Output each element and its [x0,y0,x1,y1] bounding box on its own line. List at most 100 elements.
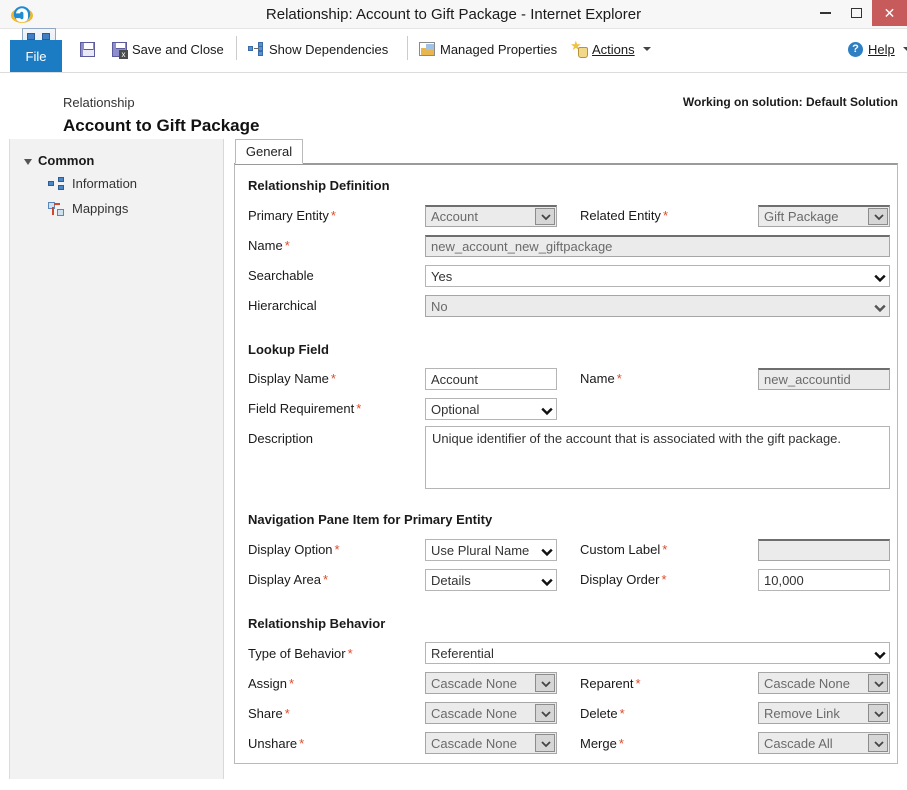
merge-value: Cascade All [764,735,833,751]
primary-entity-value: Account [431,209,478,224]
reparent-select[interactable]: Cascade None [758,672,890,694]
tab-general[interactable]: General [235,139,303,164]
display-order-input[interactable]: 10,000 [758,569,890,591]
actions-menu-button[interactable]: Actions [570,34,651,64]
searchable-select[interactable]: Yes [425,265,890,287]
label-text: Field Requirement [248,401,355,416]
label-custom-label: Custom Label * [580,542,667,557]
maximize-icon [851,8,862,18]
related-entity-value: Gift Package [764,209,839,224]
sidebar-group-label: Common [38,153,95,168]
file-tab[interactable]: File [10,40,62,72]
chevron-down-icon [535,571,555,589]
maximize-button[interactable] [841,0,872,26]
custom-label-input[interactable] [758,539,890,561]
display-area-select[interactable]: Details [425,569,557,591]
save-and-close-label: Save and Close [132,41,224,57]
help-menu-button[interactable]: ? Help [848,34,907,64]
merge-select[interactable]: Cascade All [758,732,890,754]
show-dependencies-button[interactable]: Show Dependencies [248,34,388,64]
chevron-down-icon [902,47,907,51]
display-name-value: Account [431,371,478,387]
information-icon [48,177,64,190]
minimize-button[interactable] [810,0,841,26]
label-related-entity: Related Entity * [580,208,668,223]
description-textarea[interactable]: Unique identifier of the account that is… [425,426,890,489]
assign-select[interactable]: Cascade None [425,672,557,694]
lookup-name-input[interactable]: new_accountid [758,368,890,390]
managed-properties-button[interactable]: Managed Properties [419,34,557,64]
save-and-close-button[interactable]: Save and Close [112,34,224,64]
label-field-requirement: Field Requirement * [248,401,361,416]
label-text: Merge [580,736,617,751]
managed-properties-label: Managed Properties [440,41,558,57]
delete-select[interactable]: Remove Link [758,702,890,724]
chevron-down-icon [535,541,555,559]
page-title: Account to Gift Package [63,116,260,135]
mappings-icon [48,201,64,216]
expand-triangle-icon [24,158,32,165]
hierarchical-select[interactable]: No [425,295,890,317]
chevron-down-icon [642,47,651,51]
label-searchable: Searchable [248,268,314,283]
type-of-behavior-value: Referential [431,645,494,661]
field-requirement-select[interactable]: Optional [425,398,557,420]
label-text: Display Order [580,572,660,587]
label-text: Hierarchical [248,298,317,313]
label-text: Reparent [580,676,634,691]
required-asterisk: * [619,706,625,721]
unshare-value: Cascade None [431,735,517,751]
chevron-down-icon [535,734,555,752]
label-display-order: Display Order * [580,572,667,587]
assign-value: Cascade None [431,675,517,691]
label-share: Share * [248,706,290,721]
save-button[interactable] [80,34,95,64]
label-display-area: Display Area * [248,572,328,587]
label-relationship-name: Name * [248,238,290,253]
hierarchical-value: No [431,298,448,314]
actions-icon [570,38,588,58]
primary-entity-select[interactable]: Account [425,205,557,227]
label-lookup-name: Name * [580,371,622,386]
close-button[interactable]: ✕ [872,0,907,26]
chevron-down-icon [868,267,888,285]
chevron-down-icon [535,674,555,692]
section-title-relationship-behavior: Relationship Behavior [248,616,386,631]
required-asterisk: * [322,572,329,587]
chevron-down-icon [535,400,555,418]
lookup-name-value: new_accountid [764,372,851,387]
type-of-behavior-select[interactable]: Referential [425,642,890,664]
share-select[interactable]: Cascade None [425,702,557,724]
chevron-down-icon [868,674,888,692]
working-solution-label: Working on solution: Default Solution [682,95,898,109]
section-title-relationship-definition: Relationship Definition [248,178,390,193]
required-asterisk: * [616,371,622,386]
label-text: Name [580,371,615,386]
required-asterisk: * [284,238,290,253]
sidebar-item-information[interactable]: Information [48,176,137,191]
required-asterisk: * [330,208,336,223]
display-name-input[interactable]: Account [425,368,557,390]
relationship-name-input[interactable]: new_account_new_giftpackage [425,235,890,257]
sidebar-item-mappings[interactable]: Mappings [48,201,128,216]
form-panel: Relationship Definition Primary Entity * … [234,163,898,764]
label-text: Share [248,706,283,721]
chevron-down-icon [868,734,888,752]
minimize-icon [820,12,831,14]
toolbar-separator-2 [407,36,408,60]
related-entity-select[interactable]: Gift Package [758,205,890,227]
section-title-navigation-pane: Navigation Pane Item for Primary Entity [248,512,493,527]
label-description: Description [248,431,313,446]
label-text: Type of Behavior [248,646,346,661]
display-option-select[interactable]: Use Plural Name [425,539,557,561]
sidebar: Common Information Mappings [10,139,224,779]
label-text: Display Option [248,542,333,557]
required-asterisk: * [289,676,295,691]
searchable-value: Yes [431,268,453,284]
label-display-name: Display Name * [248,371,336,386]
required-asterisk: * [299,736,305,751]
unshare-select[interactable]: Cascade None [425,732,557,754]
record-type-label: Relationship [63,95,135,110]
sidebar-group-common[interactable]: Common [24,153,94,168]
relationship-name-value: new_account_new_giftpackage [431,239,613,254]
